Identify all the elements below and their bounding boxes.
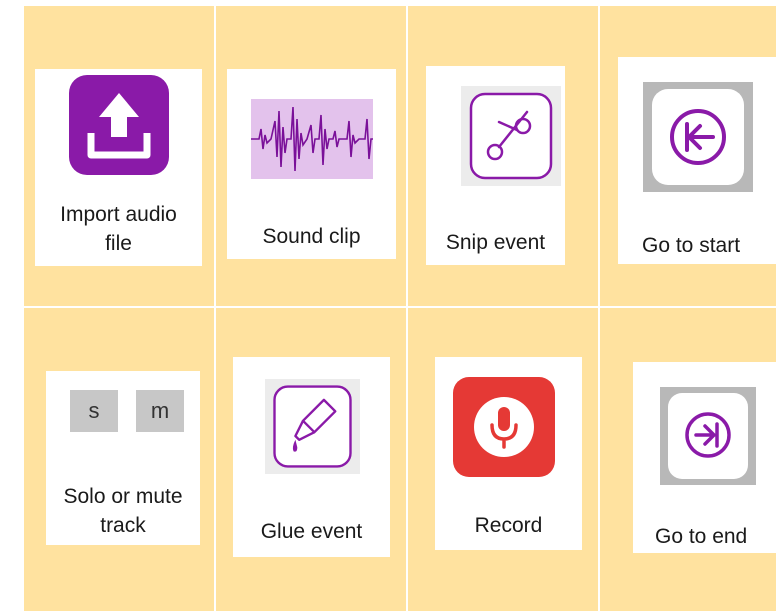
tool-card-go-to-start[interactable]: Go to start (618, 57, 776, 264)
glue-icon (265, 379, 360, 474)
grid-divider (598, 6, 600, 611)
go-to-start-icon (643, 82, 753, 192)
solo-button[interactable]: s (70, 390, 118, 432)
tool-card-import[interactable]: Import audio file (35, 69, 202, 266)
microphone-icon (453, 377, 555, 477)
tool-label: Glue event (260, 520, 363, 543)
scissors-icon (461, 86, 561, 186)
tool-card-go-to-end[interactable]: Go to end (633, 362, 776, 553)
tool-card-sound-clip[interactable]: Sound clip (227, 69, 396, 259)
tool-label: Go to start (642, 234, 741, 257)
upload-icon (69, 75, 169, 175)
tool-card-record[interactable]: Record (435, 357, 582, 550)
tool-label: Sound clip (262, 225, 361, 248)
tool-card-solo-mute[interactable]: s m Solo or mute track (46, 371, 200, 545)
tool-card-snip[interactable]: Snip event (426, 66, 565, 265)
waveform-icon (251, 99, 373, 179)
go-to-end-icon (660, 387, 756, 485)
tool-label: Snip event (445, 231, 546, 254)
tool-label: Solo or mute track (63, 485, 183, 537)
grid-divider (406, 6, 408, 611)
mute-button[interactable]: m (136, 390, 184, 432)
grid-divider (24, 306, 776, 308)
tool-label: Record (474, 514, 543, 537)
tool-reference-grid: Import audio file Sound clip Snip event … (24, 6, 776, 611)
grid-divider (214, 6, 216, 611)
tool-label: Import audio file (60, 203, 177, 255)
solo-mute-icon: s m (70, 390, 190, 432)
tool-label: Go to end (655, 525, 748, 548)
tool-card-glue[interactable]: Glue event (233, 357, 390, 557)
